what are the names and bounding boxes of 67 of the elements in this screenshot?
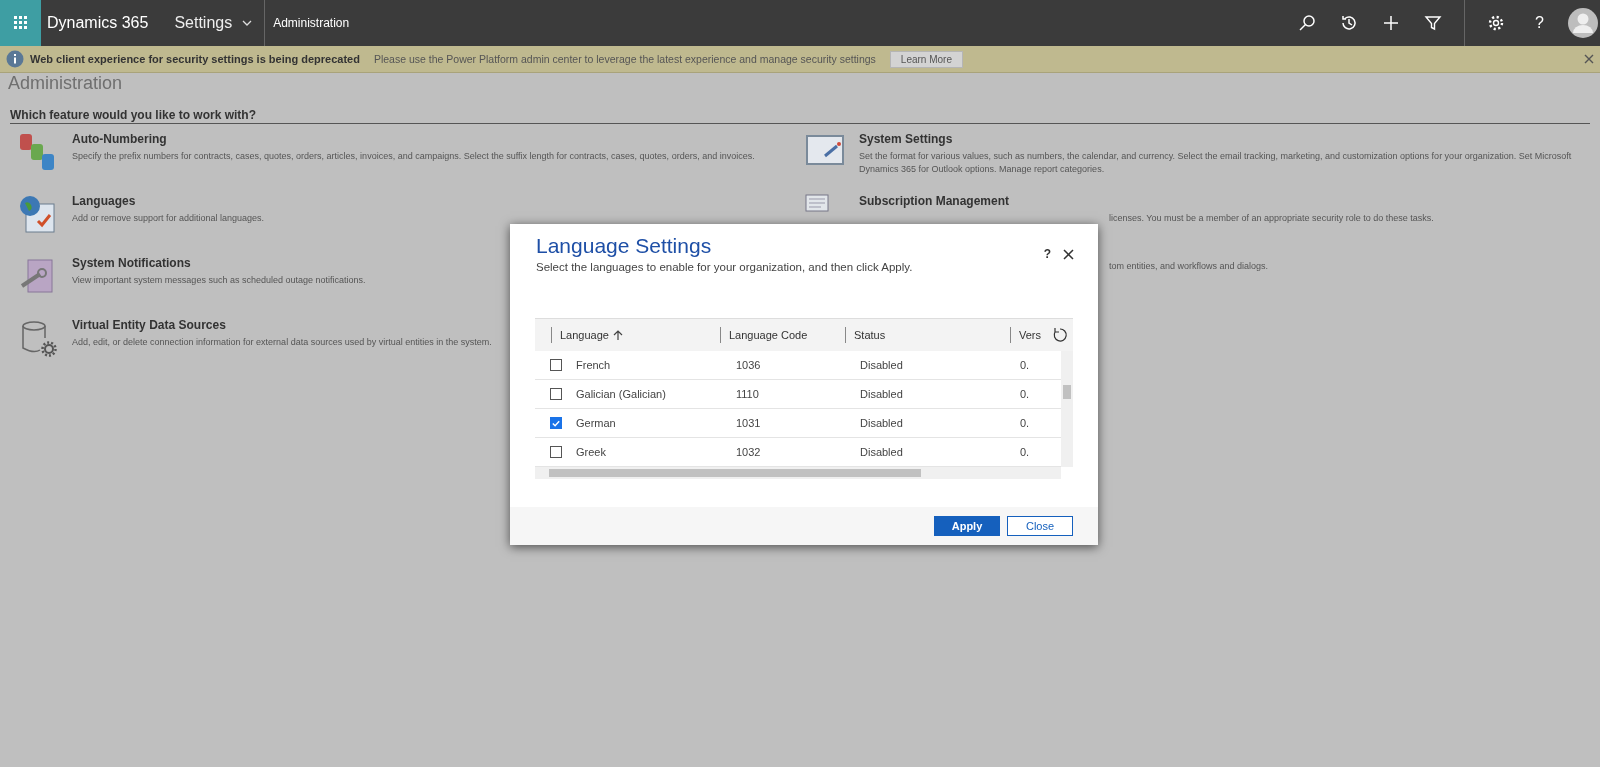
banner-message: Please use the Power Platform admin center to leverage the latest experience and manage security settings xyxy=(373,53,876,65)
close-button[interactable]: Close xyxy=(1007,516,1073,536)
feature-title[interactable]: Auto-Numbering xyxy=(72,132,755,146)
feature-description: Specify the prefix numbers for contracts, cases, quotes, orders, articles, invoices, and campaigns. Select the suffix length for contracts, cases, quotes, orders, and invoices. xyxy=(72,150,755,163)
table-cell-text: Disabled xyxy=(860,446,904,458)
feature-description: Add or remove support for additional languages. xyxy=(72,212,265,225)
table-cell-text: Disabled xyxy=(860,388,904,400)
document-icon xyxy=(805,194,829,212)
table-cell-text: 0. xyxy=(1020,417,1031,429)
breadcrumb: Administration xyxy=(272,16,350,30)
table-cell-text: 1032 xyxy=(736,446,762,458)
sort-up-icon xyxy=(612,329,623,341)
globe-document-icon xyxy=(18,194,58,234)
horizontal-scrollbar[interactable] xyxy=(535,467,1061,479)
history-icon[interactable] xyxy=(1340,14,1359,32)
dialog-title: Language Settings xyxy=(536,234,713,258)
feature-description: Add, edit, or delete connection information for external data sources used by virtual entities in the system. xyxy=(72,336,492,349)
vertical-scrollbar[interactable] xyxy=(1061,351,1073,467)
banner-title: Web client experience for security settings is being deprecated xyxy=(30,53,360,65)
table-cell-text: 0. xyxy=(1020,446,1031,458)
column-header[interactable]: Language xyxy=(560,329,609,341)
apply-button[interactable]: Apply xyxy=(934,516,1000,536)
feature-title[interactable]: System Settings xyxy=(859,132,1590,146)
plus-icon[interactable] xyxy=(1382,14,1401,32)
app-launcher-button[interactable] xyxy=(0,0,41,46)
close-icon[interactable] xyxy=(1063,248,1074,260)
feature-description: licenses. You must be a member of an appropriate security role to do these tasks. xyxy=(1109,212,1434,225)
column-header[interactable]: Vers xyxy=(1019,329,1041,341)
feature-description: Set the format for various values, such as numbers, the calendar, and currency. Select the email tracking, marketing, and customization options for your organization. Set Microsoft Dynamics 365 for Outlook options. Manage report categories. xyxy=(859,150,1573,176)
table-cell-text: French xyxy=(576,359,612,371)
table-cell-text: German xyxy=(576,417,617,429)
row-checkbox[interactable] xyxy=(550,359,562,371)
table-cell-text: 1036 xyxy=(736,359,762,371)
table-cell-text: 1110 xyxy=(736,388,760,400)
help-button[interactable]: ? xyxy=(1043,247,1051,261)
page-title: Administration xyxy=(8,73,124,94)
table-cell-text: Disabled xyxy=(860,359,904,371)
chevron-down-icon xyxy=(242,20,253,26)
learn-more-button[interactable]: Learn More xyxy=(889,50,963,68)
column-header[interactable]: Status xyxy=(854,329,886,341)
section-heading: Which feature would you like to work with? xyxy=(10,108,1590,124)
feature-title[interactable]: System Notifications xyxy=(72,256,366,270)
feature-title[interactable]: Virtual Entity Data Sources xyxy=(72,318,492,332)
grid-icon xyxy=(13,16,28,30)
feature-title[interactable]: Languages xyxy=(72,194,265,208)
app-name: Dynamics 365 xyxy=(46,14,150,32)
table-cell-text: Greek xyxy=(576,446,607,458)
filter-icon[interactable] xyxy=(1424,14,1443,32)
table-cell-text: 0. xyxy=(1020,388,1031,400)
settings-icon[interactable] xyxy=(1487,14,1506,32)
row-checkbox[interactable] xyxy=(550,388,562,400)
feature-title[interactable]: Subscription Management xyxy=(859,194,1434,208)
help-button[interactable]: ? xyxy=(1529,13,1550,33)
dialog-subtitle: Select the languages to enable for your organization, and then click Apply. xyxy=(536,261,913,273)
avatar-icon[interactable] xyxy=(1568,8,1598,38)
feature-description: View important system messages such as scheduled outage notifications. xyxy=(72,274,366,287)
table-cell-text: Galician (Galician) xyxy=(576,388,667,400)
info-icon xyxy=(6,50,24,68)
search-icon[interactable] xyxy=(1298,14,1317,32)
refresh-icon[interactable] xyxy=(1052,327,1068,343)
feature-description: tom entities, and workflows and dialogs. xyxy=(1109,260,1269,273)
table-cell-text: 1031 xyxy=(736,417,762,429)
table-cell-text: 0. xyxy=(1020,359,1031,371)
row-checkbox[interactable] xyxy=(550,417,562,429)
row-checkbox[interactable] xyxy=(550,446,562,458)
table-cell-text: Disabled xyxy=(860,417,904,429)
column-header[interactable]: Language Code xyxy=(729,329,808,341)
